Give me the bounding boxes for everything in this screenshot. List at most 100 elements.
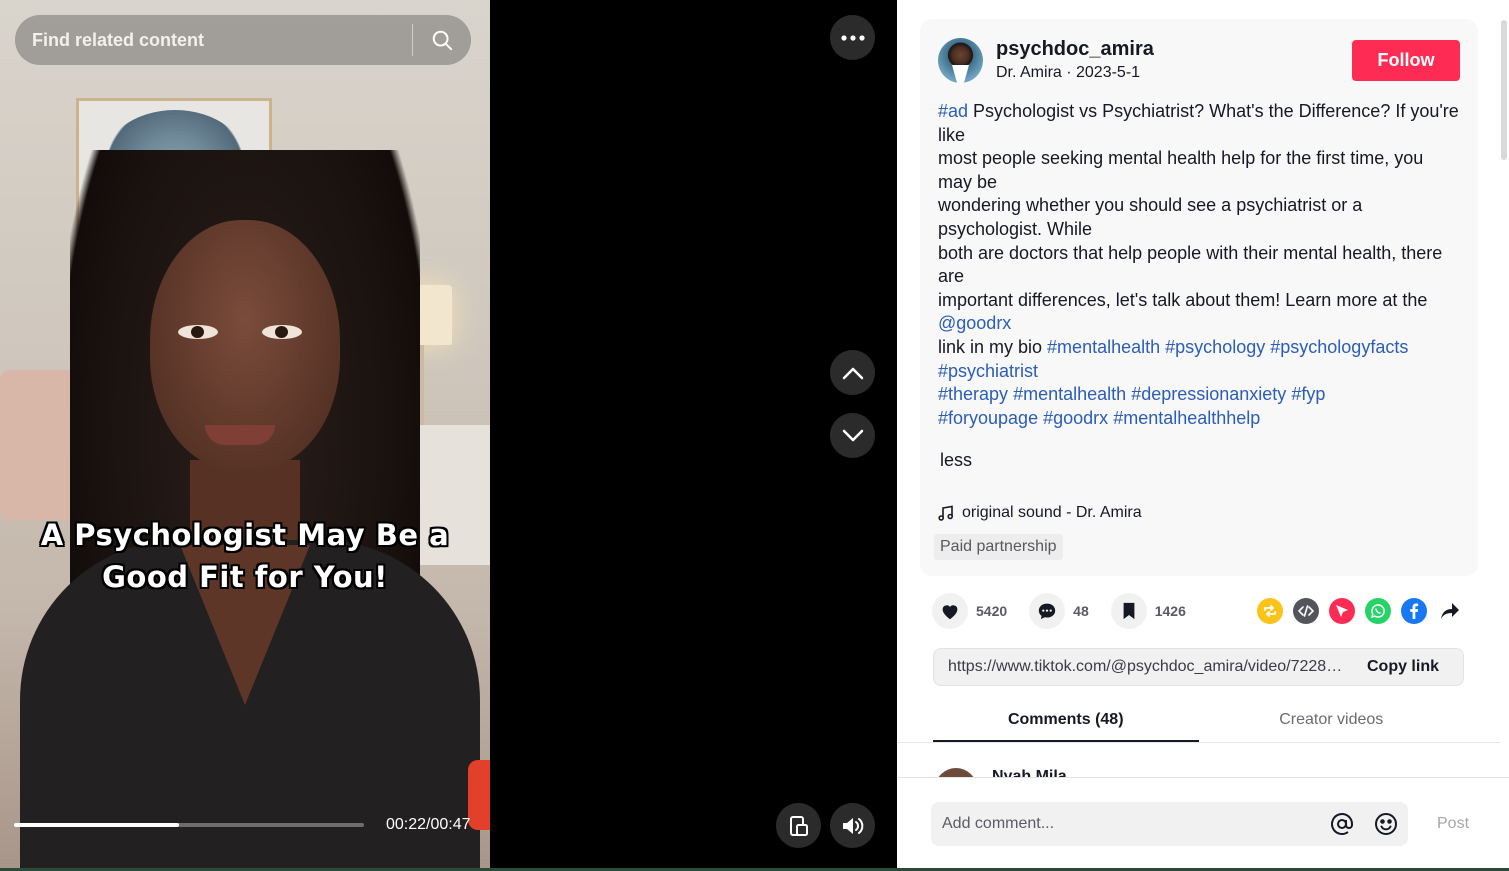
mention-button[interactable] [1320, 812, 1364, 836]
comment-composer-bar: Post [897, 777, 1509, 871]
emoji-icon [1375, 813, 1397, 835]
like-count: 5420 [976, 603, 1008, 619]
send-to-friends-button[interactable] [1329, 598, 1355, 624]
comment-count: 48 [1073, 603, 1089, 619]
description-text: both are doctors that help people with t… [938, 242, 1443, 287]
heart-icon [942, 605, 958, 620]
hashtag-link[interactable]: #mentalhealth [1013, 384, 1126, 404]
author-username[interactable]: psychdoc_amira [996, 38, 1154, 61]
person-eye-right [262, 325, 302, 339]
music-label: original sound - Dr. Amira [962, 504, 1142, 521]
volume-button[interactable] [830, 803, 875, 848]
repost-icon [1264, 605, 1276, 617]
hashtag-link[interactable]: #mentalhealth [1047, 337, 1160, 357]
description-text: most people seeking mental health help f… [938, 148, 1424, 192]
post-comment-button[interactable]: Post [1437, 815, 1469, 833]
related-search-box [14, 14, 472, 66]
hashtag-link[interactable]: #psychiatrist [938, 361, 1038, 381]
facebook-icon [1410, 603, 1419, 619]
video-caption-line1: A Psychologist May Be a [40, 518, 450, 552]
volume-icon [842, 817, 863, 834]
save-button[interactable]: 1426 [1110, 593, 1186, 629]
save-circle [1110, 593, 1147, 629]
chevron-up-icon [842, 367, 863, 379]
person-eye-left [178, 325, 218, 339]
hashtag-link[interactable]: #fyp [1291, 384, 1325, 404]
next-video-button[interactable] [830, 413, 875, 458]
details-panel: psychdoc_amira Dr. Amira · 2023-5-1 Foll… [897, 0, 1509, 871]
page-root: A Psychologist May Be a Good Fit for You… [0, 0, 1509, 871]
bookmark-icon [1123, 602, 1135, 620]
repost-button[interactable] [1257, 598, 1283, 624]
hashtag-link[interactable]: #therapy [938, 384, 1008, 404]
video-description: #ad Psychologist vs Psychiatrist? What's… [938, 100, 1460, 430]
red-object [468, 760, 490, 830]
more-icon [840, 34, 865, 41]
comment-icon [1038, 603, 1056, 620]
tab-creator-videos[interactable]: Creator videos [1199, 700, 1465, 742]
more-share-button[interactable] [1437, 598, 1463, 624]
hashtag-link[interactable]: #mentalhealthhelp [1113, 408, 1260, 428]
search-button[interactable] [413, 15, 471, 65]
video-caption: A Psychologist May Be a Good Fit for You… [0, 514, 490, 598]
video-area: A Psychologist May Be a Good Fit for You… [0, 0, 897, 871]
paid-partnership-badge: Paid partnership [934, 534, 1063, 560]
description-text: wondering whether you should see a psych… [938, 195, 1363, 239]
hashtag-link[interactable]: #ad [938, 101, 968, 121]
description-text: Psychologist vs Psychiatrist? What's the… [938, 101, 1459, 145]
more-options-button[interactable] [830, 15, 875, 60]
previous-video-button[interactable] [830, 350, 875, 395]
picture-in-picture-button[interactable] [776, 803, 821, 848]
person-mouth [205, 425, 275, 445]
comment-composer [931, 802, 1408, 846]
video-player[interactable]: A Psychologist May Be a Good Fit for You… [0, 0, 490, 871]
follow-button[interactable]: Follow [1352, 40, 1460, 81]
save-count: 1426 [1154, 603, 1186, 619]
copy-link-button[interactable]: Copy link [1343, 658, 1463, 676]
whatsapp-share-button[interactable] [1365, 598, 1391, 624]
playback-time: 00:22/00:47 [386, 816, 471, 833]
comment-circle [1029, 593, 1066, 629]
related-search-input[interactable] [15, 29, 412, 51]
mention-icon [1331, 813, 1353, 835]
video-caption-line2: Good Fit for You! [102, 560, 388, 594]
tabs-divider [897, 742, 1500, 743]
show-less-link[interactable]: less [940, 450, 972, 471]
hashtag-link[interactable]: #depressionanxiety [1131, 384, 1286, 404]
embed-icon [1298, 605, 1314, 617]
hashtag-link[interactable]: #foryoupage [938, 408, 1038, 428]
pip-icon [789, 815, 808, 836]
panel-tabs: Comments (48) Creator videos [933, 700, 1464, 742]
music-note-icon [938, 505, 953, 521]
hashtag-link[interactable]: #psychologyfacts [1270, 337, 1408, 357]
hashtag-link[interactable]: #goodrx [1043, 408, 1108, 428]
progress-bar[interactable] [14, 823, 364, 827]
whatsapp-icon [1370, 604, 1385, 619]
like-button[interactable]: 5420 [932, 593, 1007, 629]
like-circle [932, 593, 968, 629]
mention-link[interactable]: @goodrx [938, 313, 1011, 333]
progress-fill [14, 823, 179, 827]
share-arrow-icon [1441, 603, 1459, 619]
emoji-button[interactable] [1364, 812, 1408, 836]
panel-scrollbar[interactable] [1501, 20, 1507, 160]
post-info-card: psychdoc_amira Dr. Amira · 2023-5-1 Foll… [920, 19, 1478, 576]
search-icon [432, 30, 453, 51]
description-text: important differences, let's talk about … [938, 289, 1428, 310]
share-options [1257, 598, 1463, 624]
chevron-down-icon [842, 429, 863, 441]
hashtag-link[interactable]: #psychology [1165, 337, 1265, 357]
tab-comments[interactable]: Comments (48) [933, 700, 1199, 742]
author-subline: Dr. Amira · 2023-5-1 [996, 64, 1141, 81]
description-text: link in my bio [938, 336, 1048, 357]
embed-button[interactable] [1293, 598, 1319, 624]
send-icon [1336, 605, 1348, 617]
facebook-share-button[interactable] [1401, 598, 1427, 624]
share-link-box: https://www.tiktok.com/@psychdoc_amira/v… [933, 648, 1464, 686]
author-avatar[interactable] [938, 38, 983, 83]
share-link-url[interactable]: https://www.tiktok.com/@psychdoc_amira/v… [934, 658, 1343, 676]
music-link[interactable]: original sound - Dr. Amira [938, 504, 1142, 522]
comment-input[interactable] [931, 815, 1320, 833]
comment-button[interactable]: 48 [1029, 593, 1089, 629]
engagement-bar: 5420 48 1426 [932, 593, 1208, 629]
